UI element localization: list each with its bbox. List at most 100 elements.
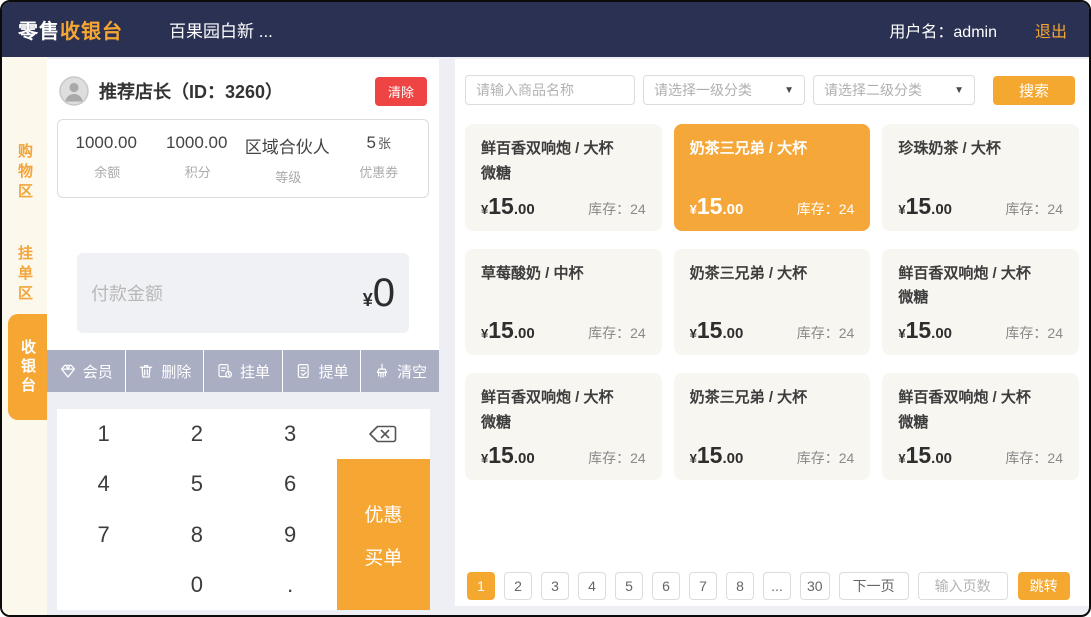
numpad-key-2[interactable]: 2 (150, 409, 243, 459)
member-button[interactable]: 会员 (47, 350, 125, 392)
product-stock: 库存：24 (1005, 323, 1063, 343)
username-label: 用户名：admin (889, 18, 997, 42)
numpad-key-3[interactable]: 3 (244, 409, 337, 459)
product-stock: 库存：24 (588, 448, 646, 468)
product-price: ¥15.00 (481, 442, 535, 469)
page-number-input[interactable] (918, 572, 1008, 600)
trash-icon (137, 362, 155, 380)
clear-member-button[interactable]: 清除 (375, 77, 427, 106)
product-card-7[interactable]: 鲜百香双响炮 / 大杯微糖 ¥15.00 库存：24 (465, 373, 662, 480)
delete-button[interactable]: 删除 (126, 350, 204, 392)
jump-button[interactable]: 跳转 (1018, 572, 1070, 600)
product-price: ¥15.00 (481, 193, 535, 220)
numpad-key-5[interactable]: 5 (150, 459, 243, 509)
product-price: ¥15.00 (898, 317, 952, 344)
sidebar-tab-cashier[interactable]: 收银台 (8, 314, 47, 420)
numpad-key-4[interactable]: 4 (57, 459, 150, 509)
page-button-30[interactable]: 30 (800, 572, 830, 600)
product-card-4[interactable]: 草莓酸奶 / 中杯 ¥15.00 库存：24 (465, 249, 662, 356)
page-ellipsis[interactable]: ... (763, 572, 791, 600)
sidebar-tabstrip: 购物区 挂单区 收银台 (2, 57, 47, 615)
stat-points: 1000.00 积分 (153, 133, 244, 186)
page-button-8[interactable]: 8 (726, 572, 754, 600)
product-stock: 库存：24 (588, 323, 646, 343)
clear-all-button[interactable]: 清空 (361, 350, 439, 392)
stat-coupons: 5张 优惠券 (334, 133, 425, 186)
page-button-6[interactable]: 6 (652, 572, 680, 600)
product-stock: 库存：24 (797, 323, 855, 343)
store-name: 百果园白新 ... (169, 17, 273, 42)
numpad-key-0[interactable]: 0 (150, 560, 243, 610)
search-row: 请选择一级分类 ▼ 请选择二级分类 ▼ 搜索 (455, 59, 1089, 105)
product-name-input[interactable] (465, 75, 635, 105)
product-card-9[interactable]: 鲜百香双响炮 / 大杯微糖 ¥15.00 库存：24 (882, 373, 1079, 480)
sidebar-tab-pending-orders[interactable]: 挂单区 (2, 237, 47, 313)
numpad-key-6[interactable]: 6 (244, 459, 337, 509)
product-grid: 鲜百香双响炮 / 大杯微糖 ¥15.00 库存：24 奶茶三兄弟 / 大杯 ¥1… (465, 124, 1079, 480)
chevron-down-icon: ▼ (954, 85, 964, 96)
currency-symbol: ¥ (363, 290, 373, 311)
product-price: ¥15.00 (898, 442, 952, 469)
product-panel: 请选择一级分类 ▼ 请选择二级分类 ▼ 搜索 鲜百香双响炮 / 大杯微糖 ¥15… (455, 59, 1089, 606)
product-card-6[interactable]: 鲜百香双响炮 / 大杯微糖 ¥15.00 库存：24 (882, 249, 1079, 356)
product-stock: 库存：24 (588, 199, 646, 219)
numpad-key-9[interactable]: 9 (244, 510, 337, 560)
product-card-1[interactable]: 鲜百香双响炮 / 大杯微糖 ¥15.00 库存：24 (465, 124, 662, 231)
discount-pay-button[interactable]: 优惠 买单 (337, 459, 430, 610)
stat-balance: 1000.00 余额 (62, 133, 153, 186)
cashier-toolbar: 会员 删除 挂单 提单 (47, 350, 439, 392)
pos-app-window: 零售收银台 百果园白新 ... 用户名：admin 退出 购物区 挂单区 收银台… (0, 0, 1091, 617)
logo-text-accent: 收银台 (60, 21, 123, 43)
payment-amount-field[interactable]: 付款金额 ¥0 (77, 253, 409, 333)
pagination: 1 2 3 4 5 6 7 8 ... 30 下一页 跳转 (467, 572, 1081, 600)
chevron-down-icon: ▼ (784, 85, 794, 96)
numpad-key-1[interactable]: 1 (57, 409, 150, 459)
product-stock: 库存：24 (797, 448, 855, 468)
retrieve-order-button[interactable]: 提单 (283, 350, 361, 392)
member-stats-box: 1000.00 余额 1000.00 积分 区域合伙人 等级 5张 优惠券 (57, 119, 429, 198)
sidebar-tab-shopping-area[interactable]: 购物区 (2, 135, 47, 211)
gem-icon (59, 362, 77, 380)
product-price: ¥15.00 (898, 193, 952, 220)
numpad-key-7[interactable]: 7 (57, 510, 150, 560)
broom-icon (373, 362, 391, 380)
doc-check-icon (295, 362, 313, 380)
product-price: ¥15.00 (690, 317, 744, 344)
page-button-4[interactable]: 4 (578, 572, 606, 600)
payment-amount: ¥0 (363, 271, 395, 316)
doc-clock-icon (216, 362, 234, 380)
page-button-3[interactable]: 3 (541, 572, 569, 600)
cashier-panel: 推荐店长（ID：3260） 清除 1000.00 余额 1000.00 积分 区… (47, 59, 439, 392)
page-button-1[interactable]: 1 (467, 572, 495, 600)
product-card-5[interactable]: 奶茶三兄弟 / 大杯 ¥15.00 库存：24 (674, 249, 871, 356)
product-price: ¥15.00 (481, 317, 535, 344)
member-info-row: 推荐店长（ID：3260） 清除 (47, 59, 439, 106)
payment-placeholder: 付款金额 (91, 280, 363, 306)
product-card-2-selected[interactable]: 奶茶三兄弟 / 大杯 ¥15.00 库存：24 (674, 124, 871, 231)
product-stock: 库存：24 (1005, 448, 1063, 468)
logout-button[interactable]: 退出 (1035, 18, 1067, 42)
app-header: 零售收银台 百果园白新 ... 用户名：admin 退出 (2, 2, 1089, 57)
page-button-2[interactable]: 2 (504, 572, 532, 600)
product-card-3[interactable]: 珍珠奶茶 / 大杯 ¥15.00 库存：24 (882, 124, 1079, 231)
next-page-button[interactable]: 下一页 (839, 572, 909, 600)
logo-text-primary: 零售 (18, 21, 60, 43)
numpad-key-8[interactable]: 8 (150, 510, 243, 560)
page-button-5[interactable]: 5 (615, 572, 643, 600)
member-name: 推荐店长（ID：3260） (99, 78, 375, 104)
search-button[interactable]: 搜索 (993, 76, 1075, 105)
app-logo: 零售收银台 (18, 15, 123, 44)
product-price: ¥15.00 (690, 442, 744, 469)
hold-order-button[interactable]: 挂单 (204, 350, 282, 392)
product-stock: 库存：24 (1005, 199, 1063, 219)
category1-select[interactable]: 请选择一级分类 ▼ (643, 75, 805, 105)
page-button-7[interactable]: 7 (689, 572, 717, 600)
product-card-8[interactable]: 奶茶三兄弟 / 大杯 ¥15.00 库存：24 (674, 373, 871, 480)
category2-select[interactable]: 请选择二级分类 ▼ (813, 75, 975, 105)
numpad-key-dot[interactable]: . (244, 560, 337, 610)
stat-level: 区域合伙人 等级 (243, 133, 334, 186)
numeric-keypad: 1 2 3 4 5 6 优惠 买单 7 8 9 0 . (57, 409, 430, 610)
backspace-key[interactable] (337, 409, 430, 459)
product-stock: 库存：24 (797, 199, 855, 219)
user-avatar-icon (59, 76, 89, 106)
